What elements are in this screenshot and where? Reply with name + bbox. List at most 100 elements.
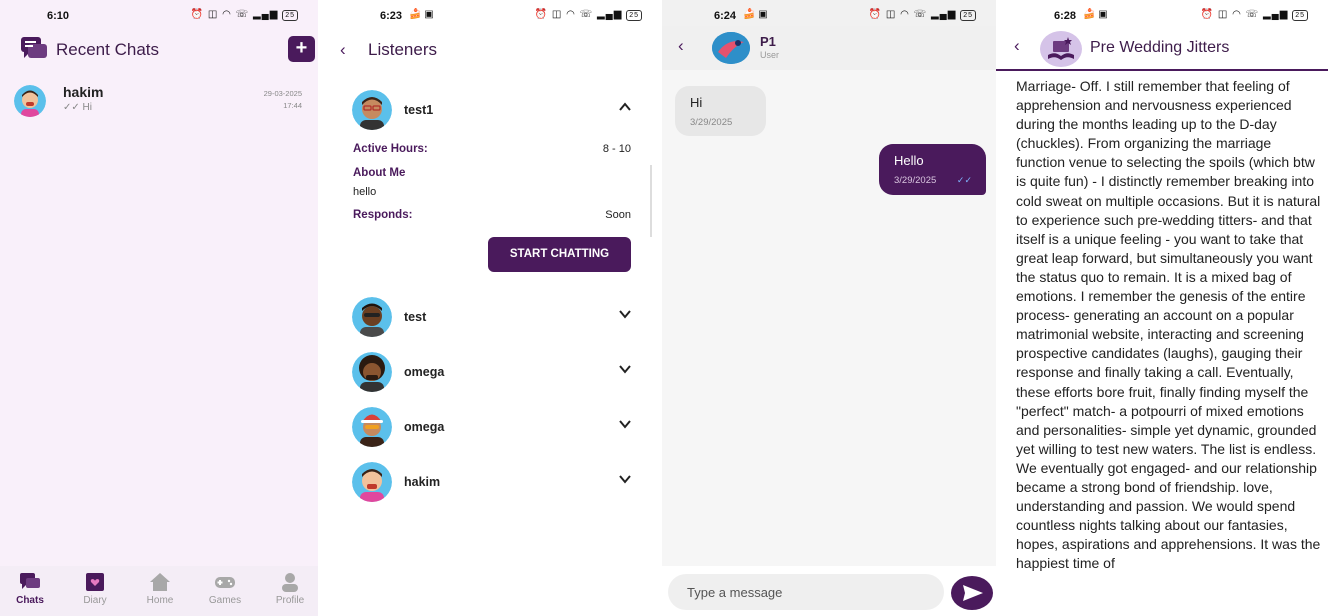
- chat-last-message-text: Hi: [82, 102, 92, 113]
- page-title: Recent Chats: [56, 40, 159, 59]
- status-bar: 6:10 ⏰ ◫ ◠ ☏ ▂▄▆ 25: [0, 6, 318, 26]
- nav-home[interactable]: Home: [135, 572, 185, 606]
- chevron-up-icon[interactable]: [618, 100, 632, 114]
- message-input[interactable]: [668, 574, 944, 610]
- conversation-header: ‹ P1 User: [662, 26, 996, 70]
- recent-chats-screen: 6:10 ⏰ ◫ ◠ ☏ ▂▄▆ 25 Recent Chats + hakim…: [0, 0, 318, 616]
- nav-chats[interactable]: Chats: [5, 572, 55, 606]
- status-time: 6:28: [1054, 10, 1077, 22]
- nav-diary[interactable]: Diary: [70, 572, 120, 606]
- back-arrow-icon[interactable]: ‹: [340, 40, 346, 60]
- listener-row[interactable]: test1: [352, 90, 632, 130]
- avatar: [352, 352, 392, 392]
- listener-name: test: [404, 310, 427, 324]
- nav-label: Chats: [16, 595, 44, 606]
- app-notification-icons: 🍰 ▣: [409, 9, 434, 20]
- status-bar: 6:28 🍰 ▣ ⏰ ◫ ◠ ☏ ▂▄▆ 25: [996, 6, 1328, 26]
- system-icons: ⏰ ◫ ◠ ☏ ▂▄▆ 25: [191, 9, 298, 21]
- nav-label: Games: [208, 595, 242, 606]
- system-icons: ⏰ ◫ ◠ ☏ ▂▄▆ 25: [1201, 9, 1308, 21]
- chevron-down-icon[interactable]: [618, 472, 632, 486]
- chevron-down-icon[interactable]: [618, 362, 632, 376]
- message-list[interactable]: Hi 3/29/2025 Hello 3/29/2025 ✓✓: [662, 70, 996, 566]
- double-check-icon: ✓✓: [956, 175, 972, 185]
- chat-last-message: ✓✓ Hi: [63, 102, 92, 113]
- back-arrow-icon[interactable]: ‹: [678, 36, 684, 56]
- avatar: [352, 297, 392, 337]
- battery-icon: 25: [626, 10, 642, 21]
- listener-name: test1: [404, 103, 434, 117]
- diary-icon: [86, 573, 104, 591]
- listener-name: omega: [404, 420, 445, 434]
- chat-time: 17:44: [283, 101, 302, 110]
- diary-body: Marriage- Off. I still remember that fee…: [1016, 78, 1321, 572]
- message-text: Hello: [894, 153, 924, 168]
- chat-date: 29-03-2025: [263, 89, 302, 98]
- app-notification-icons: 🍰 ▣: [1083, 9, 1108, 20]
- about-me-value: hello: [353, 186, 377, 198]
- diary-entry-screen: 6:28 🍰 ▣ ⏰ ◫ ◠ ☏ ▂▄▆ 25 ‹ Pre Wedding Ji…: [996, 0, 1328, 616]
- contact-name: P1: [760, 34, 776, 49]
- incoming-message[interactable]: Hi 3/29/2025: [675, 86, 766, 136]
- listeners-screen: 6:23 🍰 ▣ ⏰ ◫ ◠ ☏ ▂▄▆ 25 ‹ Listeners test…: [318, 0, 662, 616]
- start-chatting-button[interactable]: START CHATTING: [488, 237, 631, 272]
- battery-icon: 25: [1292, 10, 1308, 21]
- avatar: [352, 90, 392, 130]
- chat-contact-name: hakim: [63, 84, 104, 100]
- battery-icon: 25: [282, 10, 298, 21]
- message-text: Hi: [690, 95, 703, 110]
- gamepad-icon: [215, 577, 235, 588]
- app-notification-icons: 🍰 ▣: [743, 9, 768, 20]
- bottom-nav: Chats Diary Home Games Profile: [0, 566, 318, 616]
- listener-name: omega: [404, 365, 445, 379]
- status-time: 6:24: [714, 10, 737, 22]
- status-bar: 6:24 🍰 ▣ ⏰ ◫ ◠ ☏ ▂▄▆ 25: [662, 6, 996, 26]
- book-icon: [1040, 31, 1082, 67]
- outgoing-message[interactable]: Hello 3/29/2025 ✓✓: [879, 144, 986, 195]
- page-title: Pre Wedding Jitters: [1090, 39, 1230, 56]
- back-arrow-icon[interactable]: ‹: [1014, 36, 1020, 56]
- listener-row[interactable]: omega: [352, 352, 632, 392]
- message-date: 3/29/2025: [690, 117, 733, 128]
- battery-icon: 25: [960, 10, 976, 21]
- chat-logo-icon: [21, 37, 47, 58]
- listener-row[interactable]: omega: [352, 407, 632, 447]
- send-icon: [963, 585, 983, 601]
- nav-label: Profile: [275, 595, 305, 606]
- listener-row[interactable]: test: [352, 297, 632, 337]
- chevron-down-icon[interactable]: [618, 417, 632, 431]
- chat-list-item[interactable]: hakim ✓✓ Hi 29-03-2025 17:44: [14, 82, 304, 122]
- status-time: 6:10: [47, 10, 70, 22]
- avatar[interactable]: [712, 32, 750, 64]
- status-time: 6:23: [380, 10, 403, 22]
- message-date: 3/29/2025: [894, 175, 937, 186]
- conversation-screen: 6:24 🍰 ▣ ⏰ ◫ ◠ ☏ ▂▄▆ 25 ‹ P1 User Hi 3/2…: [662, 0, 996, 616]
- avatar: [14, 85, 46, 117]
- new-chat-button[interactable]: +: [288, 36, 315, 62]
- diary-header: ‹ Pre Wedding Jitters: [996, 26, 1328, 71]
- chat-icon: [20, 573, 40, 589]
- about-me-label: About Me: [353, 167, 406, 179]
- home-icon: [150, 573, 170, 591]
- chevron-down-icon[interactable]: [618, 307, 632, 321]
- page-title: Listeners: [368, 40, 437, 59]
- contact-role: User: [760, 50, 780, 60]
- nav-profile[interactable]: Profile: [265, 572, 315, 606]
- nav-label: Home: [146, 595, 174, 606]
- message-composer: [662, 566, 996, 616]
- double-check-icon: ✓✓: [63, 102, 80, 113]
- listener-name: hakim: [404, 475, 441, 489]
- scrollbar[interactable]: [650, 165, 652, 237]
- person-icon: [282, 573, 298, 592]
- avatar: [352, 462, 392, 502]
- plus-icon: +: [295, 37, 308, 59]
- system-icons: ⏰ ◫ ◠ ☏ ▂▄▆ 25: [869, 9, 976, 21]
- active-hours-value: 8 - 10: [602, 143, 631, 155]
- send-button[interactable]: [951, 576, 993, 610]
- nav-games[interactable]: Games: [200, 572, 250, 606]
- responds-label: Responds:: [353, 209, 413, 221]
- chat-timestamp: 29-03-2025 17:44: [264, 88, 302, 112]
- listener-row[interactable]: hakim: [352, 462, 632, 502]
- nav-label: Diary: [83, 595, 107, 606]
- active-hours-label: Active Hours:: [353, 143, 428, 155]
